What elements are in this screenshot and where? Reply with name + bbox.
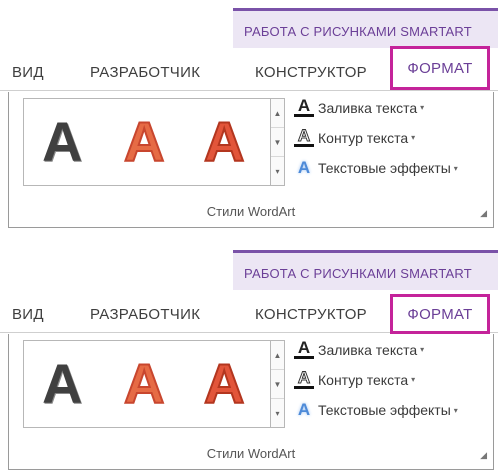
gallery-scrollbar[interactable]: ▲ ▼ ▾ — [271, 340, 285, 428]
tab-view[interactable]: ВИД — [12, 64, 44, 81]
chevron-down-icon: ▾ — [411, 375, 416, 384]
wordart-style-orange[interactable]: A — [123, 349, 165, 419]
text-effects-button[interactable]: A Текстовые эффекты ▾ — [294, 400, 458, 420]
text-effects-label: Текстовые эффекты — [318, 160, 451, 176]
wordart-style-red[interactable]: A — [203, 349, 245, 419]
tab-format[interactable]: ФОРМАТ — [390, 294, 490, 334]
tab-design[interactable]: КОНСТРУКТОР — [255, 64, 367, 81]
tab-design[interactable]: КОНСТРУКТОР — [255, 306, 367, 323]
chevron-down-icon: ▾ — [411, 133, 416, 142]
text-fill-button[interactable]: A Заливка текста ▾ — [294, 97, 425, 117]
group-label: Стили WordArt — [206, 446, 296, 461]
text-outline-label: Контур текста — [318, 129, 409, 146]
text-fill-button[interactable]: A Заливка текста ▾ — [294, 339, 425, 359]
wordart-styles-group: A A A ▲ ▼ ▾ A Заливка текста ▾ A Контур … — [8, 334, 494, 470]
tab-developer[interactable]: РАЗРАБОТЧИК — [90, 306, 200, 323]
text-effects-icon: A — [297, 158, 311, 177]
tab-format[interactable]: ФОРМАТ — [390, 46, 490, 90]
ribbon-panel-top: РАБОТА С РИСУНКАМИ SMARTART ВИД РАЗРАБОТ… — [0, 8, 498, 232]
scroll-up-icon[interactable]: ▲ — [271, 341, 284, 370]
chevron-down-icon: ▾ — [420, 103, 425, 112]
wordart-style-dark[interactable]: A — [42, 107, 82, 177]
text-outline-label: Контур текста — [318, 371, 409, 388]
text-outline-button[interactable]: A Контур текста ▾ — [294, 369, 416, 389]
text-fill-label: Заливка текста — [318, 99, 418, 116]
wordart-styles-group: A A A ▲ ▼ ▾ A Заливка текста ▾ A Контур … — [8, 92, 494, 228]
wordart-style-dark[interactable]: A — [42, 349, 82, 419]
contextual-tab-title: РАБОТА С РИСУНКАМИ SMARTART — [244, 266, 472, 281]
text-effects-icon: A — [297, 400, 311, 419]
group-label: Стили WordArt — [206, 204, 296, 219]
gallery-more-icon[interactable]: ▾ — [271, 157, 284, 186]
text-fill-label: Заливка текста — [318, 341, 418, 358]
contextual-accent-line — [233, 8, 498, 11]
contextual-tab-title: РАБОТА С РИСУНКАМИ SMARTART — [244, 24, 472, 39]
text-outline-icon: A — [294, 127, 314, 147]
scroll-up-icon[interactable]: ▲ — [271, 99, 284, 128]
dialog-launcher-icon[interactable]: ◢ — [480, 450, 487, 461]
wordart-gallery[interactable]: A A A — [23, 340, 271, 428]
text-effects-button[interactable]: A Текстовые эффекты ▾ — [294, 158, 458, 178]
scroll-down-icon[interactable]: ▼ — [271, 370, 284, 399]
wordart-style-red[interactable]: A — [203, 107, 245, 177]
wordart-gallery[interactable]: A A A — [23, 98, 271, 186]
gallery-scrollbar[interactable]: ▲ ▼ ▾ — [271, 98, 285, 186]
ribbon-panel-bottom: РАБОТА С РИСУНКАМИ SMARTART ВИД РАЗРАБОТ… — [0, 250, 498, 474]
chevron-down-icon: ▾ — [453, 163, 458, 173]
text-outline-icon: A — [294, 369, 314, 389]
chevron-down-icon: ▾ — [420, 345, 425, 354]
contextual-accent-line — [233, 250, 498, 253]
wordart-style-orange[interactable]: A — [123, 107, 165, 177]
scroll-down-icon[interactable]: ▼ — [271, 128, 284, 157]
text-outline-button[interactable]: A Контур текста ▾ — [294, 127, 416, 147]
text-fill-icon: A — [294, 339, 314, 359]
tab-view[interactable]: ВИД — [12, 306, 44, 323]
dialog-launcher-icon[interactable]: ◢ — [480, 208, 487, 219]
tab-developer[interactable]: РАЗРАБОТЧИК — [90, 64, 200, 81]
gallery-more-icon[interactable]: ▾ — [271, 399, 284, 428]
tabs-divider — [0, 90, 498, 91]
chevron-down-icon: ▾ — [453, 405, 458, 415]
text-fill-icon: A — [294, 97, 314, 117]
text-effects-label: Текстовые эффекты — [318, 402, 451, 418]
